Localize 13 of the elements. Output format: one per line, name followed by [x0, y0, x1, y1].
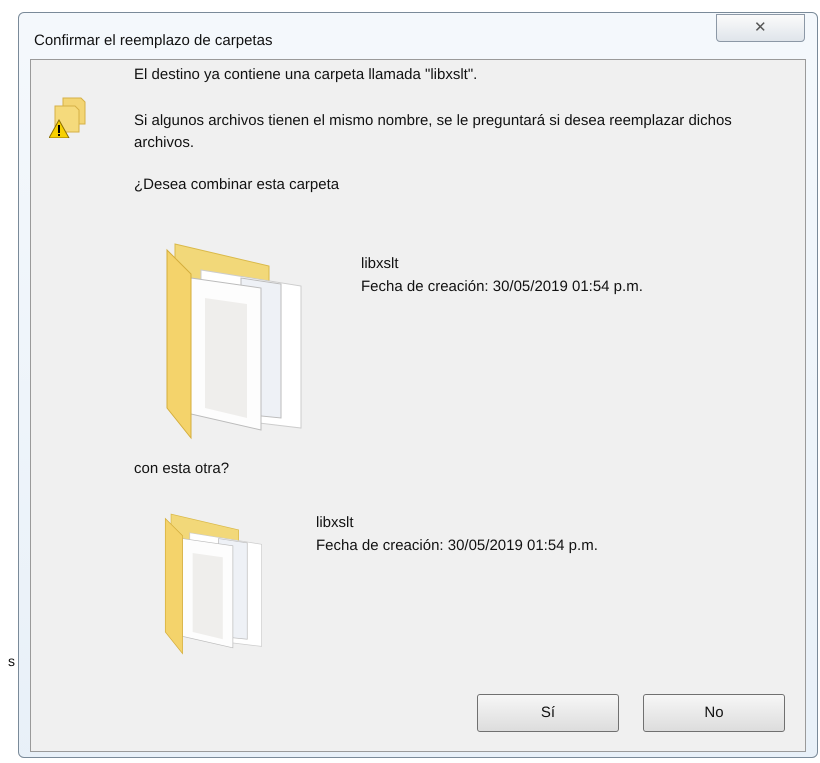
connector-text: con esta otra? — [134, 459, 230, 479]
window-title: Confirmar el reemplazo de carpetas — [34, 31, 272, 51]
creation-date: Fecha de creación: 30/05/2019 01:54 p.m. — [361, 277, 643, 297]
close-button[interactable]: ✕ — [716, 14, 805, 42]
background-text: s — [8, 652, 15, 671]
message-heading: El destino ya contiene una carpeta llamada "libxslt". — [134, 65, 478, 85]
merge-question: ¿Desea combinar esta carpeta — [134, 175, 340, 195]
dialog-button[interactable]: No — [643, 694, 785, 732]
dialog-button[interactable]: Sí — [477, 694, 619, 732]
folder-name: libxslt — [361, 254, 400, 274]
creation-date: Fecha de creación: 30/05/2019 01:54 p.m. — [316, 536, 598, 556]
folder-name: libxslt — [316, 513, 355, 533]
message-detail: Si algunos archivos tienen el mismo nombre, se le preguntará si desea reemplazar dichos archivos. — [134, 111, 733, 153]
